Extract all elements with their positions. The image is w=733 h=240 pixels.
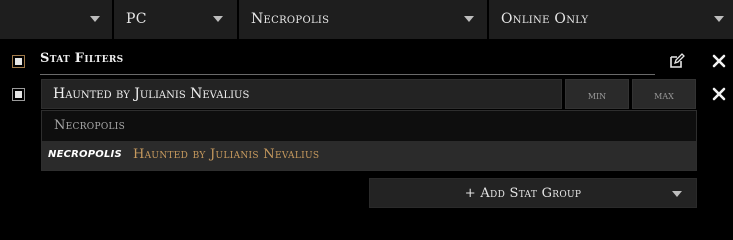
chevron-down-icon [464,16,474,22]
stat-suggestion-list: Necropolis NECROPOLIS Haunted by Juliani… [41,110,697,171]
add-stat-group-button[interactable]: + Add Stat Group [369,178,697,208]
platform-dropdown[interactable]: PC [114,0,239,39]
league-value: Necropolis [251,11,330,27]
league-dropdown[interactable]: Necropolis [239,0,489,39]
platform-value: PC [126,11,147,27]
status-dropdown[interactable]: Online Only [489,0,733,39]
close-icon[interactable] [712,54,726,68]
edit-icon[interactable] [669,53,685,69]
suggestion-group-label: Necropolis [54,118,126,133]
header-divider [40,74,655,75]
suggestion-item-label: Haunted by Julianis Nevalius [133,147,320,162]
suggestion-league-tag: NECROPOLIS [48,149,122,160]
chevron-down-icon [90,16,100,22]
stat-row-checkbox[interactable] [12,88,25,101]
min-input[interactable]: min [565,79,629,109]
chevron-down-icon [714,16,724,22]
top-filter-bar: PC Necropolis Online Only [0,0,733,39]
status-value: Online Only [501,11,589,27]
add-stat-group-label: + Add Stat Group [464,186,582,201]
stat-filters-group-checkbox[interactable] [12,55,25,68]
max-input[interactable]: max [632,79,696,109]
close-icon[interactable] [712,87,726,101]
suggestion-item[interactable]: NECROPOLIS Haunted by Julianis Nevalius [42,141,696,170]
stat-filters-title: Stat Filters [40,51,124,66]
chevron-down-icon [213,16,223,22]
chevron-down-icon [672,191,682,197]
stat-search-input[interactable] [41,79,562,109]
category-dropdown[interactable] [0,0,114,39]
